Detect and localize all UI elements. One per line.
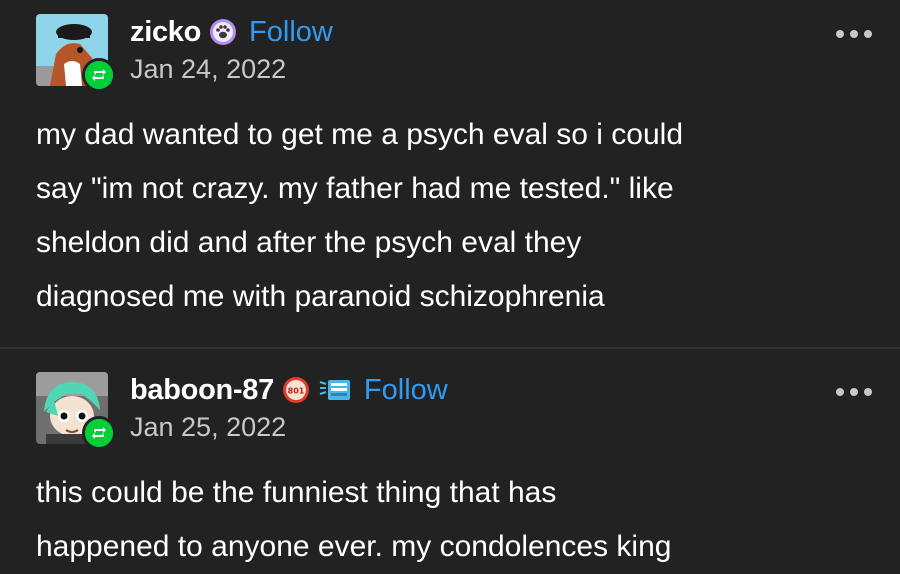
post: baboon-87 801 Follow Jan 25, 2022 this c…	[0, 350, 900, 564]
post: zicko Follow Jan 24, 2022 my dad wanted …	[0, 0, 900, 348]
dot-icon	[864, 30, 872, 38]
username-link[interactable]: zicko	[130, 16, 201, 49]
post-body-line: this could be the funniest thing that ha…	[36, 476, 557, 509]
post-body-line: diagnosed me with paranoid schizophrenia	[36, 280, 605, 313]
dot-icon	[836, 388, 844, 396]
post-header: zicko Follow	[130, 12, 333, 52]
numbered-badge-icon[interactable]: 801	[282, 376, 310, 404]
post-date[interactable]: Jan 25, 2022	[130, 412, 286, 443]
cassette-badge-icon[interactable]	[318, 376, 352, 404]
follow-button[interactable]: Follow	[364, 374, 448, 407]
more-options-button[interactable]	[836, 388, 872, 396]
post-body-line: happened to anyone ever. my condolences …	[36, 530, 672, 563]
username-link[interactable]: baboon-87	[130, 374, 274, 407]
dot-icon	[850, 30, 858, 38]
more-options-button[interactable]	[836, 30, 872, 38]
reblog-badge	[82, 416, 116, 450]
dot-icon	[836, 30, 844, 38]
dot-icon	[850, 388, 858, 396]
post-body: this could be the funniest thing that ha…	[36, 466, 876, 574]
paw-badge-icon[interactable]	[209, 18, 237, 46]
post-body-line: say "im not crazy. my father had me test…	[36, 172, 674, 205]
post-body-line: my dad wanted to get me a psych eval so …	[36, 118, 684, 151]
post-body: my dad wanted to get me a psych eval so …	[36, 108, 876, 324]
post-date[interactable]: Jan 24, 2022	[130, 54, 286, 85]
reblog-badge	[82, 58, 116, 92]
reblog-icon	[92, 427, 106, 439]
follow-button[interactable]: Follow	[249, 16, 333, 49]
badge-number: 801	[288, 387, 305, 396]
reblog-icon	[92, 69, 106, 81]
post-body-line: sheldon did and after the psych eval the…	[36, 226, 582, 259]
post-divider	[0, 347, 900, 349]
dot-icon	[864, 388, 872, 396]
post-header: baboon-87 801 Follow	[130, 370, 448, 410]
